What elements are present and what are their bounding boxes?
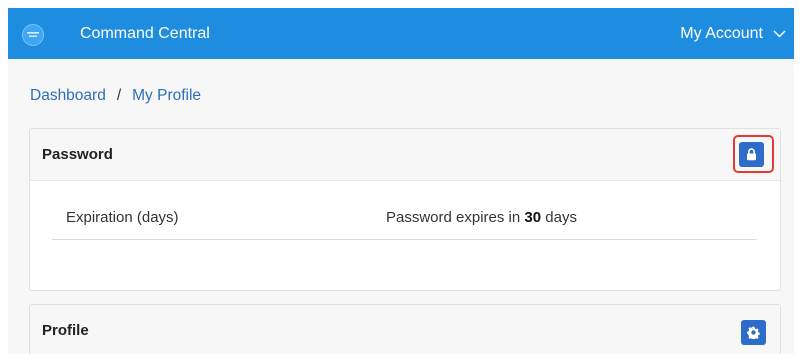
expiration-days: 30 [524, 209, 542, 226]
password-card-header: Password [30, 129, 780, 181]
app-title[interactable]: Command Central [80, 24, 210, 44]
gear-icon [747, 326, 760, 339]
change-password-button[interactable] [739, 142, 764, 167]
breadcrumb-separator: / [116, 87, 122, 104]
password-card-title: Password [42, 146, 113, 163]
expiration-prefix: Password expires in [386, 209, 521, 226]
my-account-label: My Account [680, 24, 763, 42]
breadcrumb-current-page: My Profile [132, 87, 202, 104]
my-account-menu[interactable]: My Account [666, 8, 794, 59]
expiration-suffix: days [545, 209, 577, 226]
expiration-row: Expiration (days) Password expires in 30… [52, 197, 757, 240]
chevron-down-icon [773, 30, 786, 37]
expiration-label: Expiration (days) [66, 209, 179, 226]
lock-icon [747, 148, 756, 161]
breadcrumb-dashboard-link[interactable]: Dashboard [30, 86, 106, 106]
app-window: Command Central My Account Dashboard / M… [8, 8, 794, 354]
top-navigation-bar: Command Central My Account [8, 8, 794, 59]
profile-card-header: Profile [30, 305, 780, 354]
profile-settings-button[interactable] [741, 320, 766, 345]
password-card: Password Expiration (days) Password expi… [29, 128, 781, 291]
breadcrumb: Dashboard / My Profile [30, 86, 201, 106]
app-logo-icon[interactable] [22, 24, 44, 46]
profile-card: Profile [29, 304, 781, 354]
expiration-value: Password expires in 30 days [386, 209, 577, 226]
profile-card-title: Profile [42, 322, 89, 339]
